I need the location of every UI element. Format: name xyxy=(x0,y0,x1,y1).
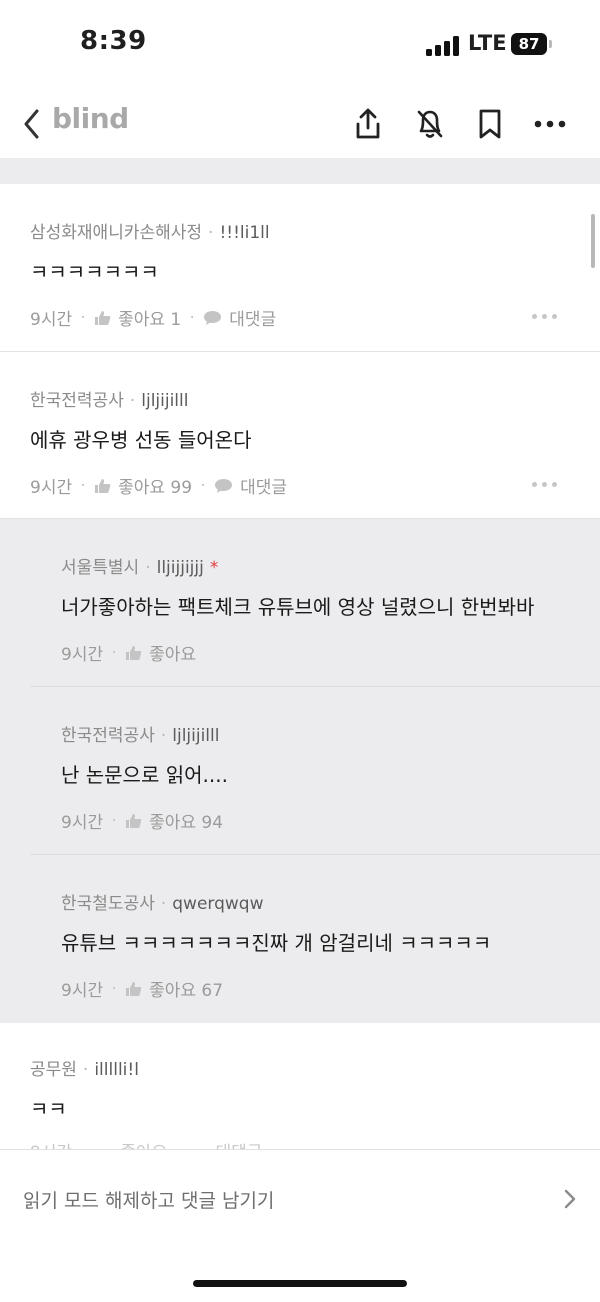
like-label: 좋아요 94 xyxy=(149,813,224,833)
speech-bubble-icon xyxy=(215,478,233,493)
reply-text: 너가좋아하는 팩트체크 유튜브에 영상 널렸으니 한번봐바 xyxy=(61,595,535,619)
bottom-bar: 읽기 모드 해제하고 댓글 남기기 xyxy=(0,1149,600,1302)
comment-actions: 9시간 · 좋아요 1 · 대댓글 xyxy=(30,305,276,331)
comment-time: 9시간 xyxy=(30,310,73,330)
company-name: 한국전력공사 xyxy=(30,391,124,411)
like-label: 좋아요 xyxy=(149,645,197,665)
like-label: 좋아요 99 xyxy=(118,478,193,498)
status-time: 8:39 xyxy=(80,26,147,56)
share-icon[interactable] xyxy=(350,104,386,144)
home-indicator xyxy=(193,1280,407,1287)
thumbs-up-icon xyxy=(95,478,111,493)
reply-item: 한국철도공사 · qwerqwqw 유튜브 ㅋㅋㅋㅋㅋㅋㅋ진짜 개 암걸리네 ㅋㅋㅋ… xyxy=(0,855,600,1023)
nickname[interactable]: lljijjijjj xyxy=(157,558,204,578)
reply-actions: 9시간 · 좋아요 94 xyxy=(61,808,223,834)
nickname[interactable]: ljljijilll xyxy=(141,391,188,411)
comment-more-icon[interactable] xyxy=(532,479,560,489)
nickname[interactable]: ljljijilll xyxy=(172,726,219,746)
company-name: 한국전력공사 xyxy=(61,726,155,746)
network-label: LTE xyxy=(468,31,507,55)
reply-text: 난 논문으로 읽어.... xyxy=(61,763,228,787)
back-icon[interactable] xyxy=(20,106,44,142)
company-name: 삼성화재애니카손해사정 xyxy=(30,223,203,243)
nickname[interactable]: !!!li1ll xyxy=(219,223,269,243)
reading-mode-label: 읽기 모드 해제하고 댓글 남기기 xyxy=(23,1190,275,1212)
thumbs-up-icon xyxy=(95,310,111,325)
comment-meta: 공무원 · illllli!l xyxy=(30,1060,139,1080)
reply-text: 유튜브 ㅋㅋㅋㅋㅋㅋㅋ진짜 개 암걸리네 ㅋㅋㅋㅋㅋ xyxy=(61,931,492,955)
reply-group: 서울특별시 · lljijjijjj * 너가좋아하는 팩트체크 유튜브에 영상 널렸… xyxy=(0,519,600,1023)
brand-logo[interactable]: blind xyxy=(52,102,129,135)
nickname[interactable]: qwerqwqw xyxy=(172,894,263,914)
company-name: 공무원 xyxy=(30,1060,77,1080)
comment-text: ㅋㅋ xyxy=(30,1097,67,1121)
reply-time: 9시간 xyxy=(61,813,104,833)
like-button[interactable]: 좋아요 xyxy=(125,640,196,665)
comment-text: 에휴 광우병 선동 들어온다 xyxy=(30,428,252,452)
comment-item: 삼성화재애니카손해사정 · !!!li1ll ㅋㅋㅋㅋㅋㅋㅋ 9시간 · 좋아요 1… xyxy=(0,184,600,352)
like-button[interactable]: 좋아요 1 xyxy=(94,305,181,330)
like-button[interactable]: 좋아요 94 xyxy=(125,808,223,833)
comment-meta: 한국전력공사 · ljljijilll xyxy=(30,391,189,411)
reply-button[interactable]: 대댓글 xyxy=(214,473,287,498)
scrollbar[interactable] xyxy=(591,214,595,268)
reply-meta: 서울특별시 · lljijjijjj * xyxy=(61,558,219,578)
reply-label: 대댓글 xyxy=(229,310,277,330)
reply-time: 9시간 xyxy=(61,981,104,1001)
company-name: 서울특별시 xyxy=(61,558,140,578)
status-bar: 8:39 LTE 87 xyxy=(0,0,600,92)
reply-label: 대댓글 xyxy=(240,478,287,498)
reply-actions: 9시간 · 좋아요 67 xyxy=(61,976,223,1002)
reply-item: 한국전력공사 · ljljijilll 난 논문으로 읽어.... 9시간 · 좋아… xyxy=(0,687,600,855)
reply-meta: 한국철도공사 · qwerqwqw xyxy=(61,894,264,914)
like-label: 좋아요 1 xyxy=(118,310,182,330)
signal-icon xyxy=(426,36,460,56)
reply-item: 서울특별시 · lljijjijjj * 너가좋아하는 팩트체크 유튜브에 영상 널렸… xyxy=(0,519,600,687)
more-icon[interactable] xyxy=(532,104,568,144)
reply-meta: 한국전력공사 · ljljijilll xyxy=(61,726,220,746)
reply-actions: 9시간 · 좋아요 xyxy=(61,640,196,666)
speech-bubble-icon xyxy=(204,310,222,325)
comment-time: 9시간 xyxy=(30,478,73,498)
bookmark-icon[interactable] xyxy=(472,104,508,144)
like-button[interactable]: 좋아요 67 xyxy=(125,976,223,1001)
comment-text: ㅋㅋㅋㅋㅋㅋㅋ xyxy=(30,260,159,284)
like-label: 좋아요 67 xyxy=(149,981,224,1001)
company-name: 한국철도공사 xyxy=(61,894,155,914)
like-button[interactable]: 좋아요 99 xyxy=(94,473,192,498)
comment-more-icon[interactable] xyxy=(532,311,560,321)
battery-cap xyxy=(549,40,552,48)
comment-item: 한국전력공사 · ljljijilll 에휴 광우병 선동 들어온다 9시간 · 좋… xyxy=(0,352,600,519)
nickname[interactable]: illllli!l xyxy=(94,1060,139,1080)
thumbs-up-icon xyxy=(126,981,142,996)
battery-icon: 87 xyxy=(511,33,547,55)
exit-reading-mode-button[interactable]: 읽기 모드 해제하고 댓글 남기기 xyxy=(0,1150,600,1250)
thumbs-up-icon xyxy=(126,813,142,828)
thumbs-up-icon xyxy=(126,645,142,660)
reply-time: 9시간 xyxy=(61,645,104,665)
comment-list: 삼성화재애니카손해사정 · !!!li1ll ㅋㅋㅋㅋㅋㅋㅋ 9시간 · 좋아요 1… xyxy=(0,184,600,1163)
reply-button[interactable]: 대댓글 xyxy=(203,305,276,330)
section-divider xyxy=(0,158,600,184)
bell-off-icon[interactable] xyxy=(412,104,448,144)
comment-meta: 삼성화재애니카손해사정 · !!!li1ll xyxy=(30,223,270,243)
top-nav: blind xyxy=(0,92,600,158)
comment-actions: 9시간 · 좋아요 99 · 대댓글 xyxy=(30,473,287,499)
chevron-right-icon xyxy=(564,1189,576,1209)
author-star: * xyxy=(209,558,219,578)
